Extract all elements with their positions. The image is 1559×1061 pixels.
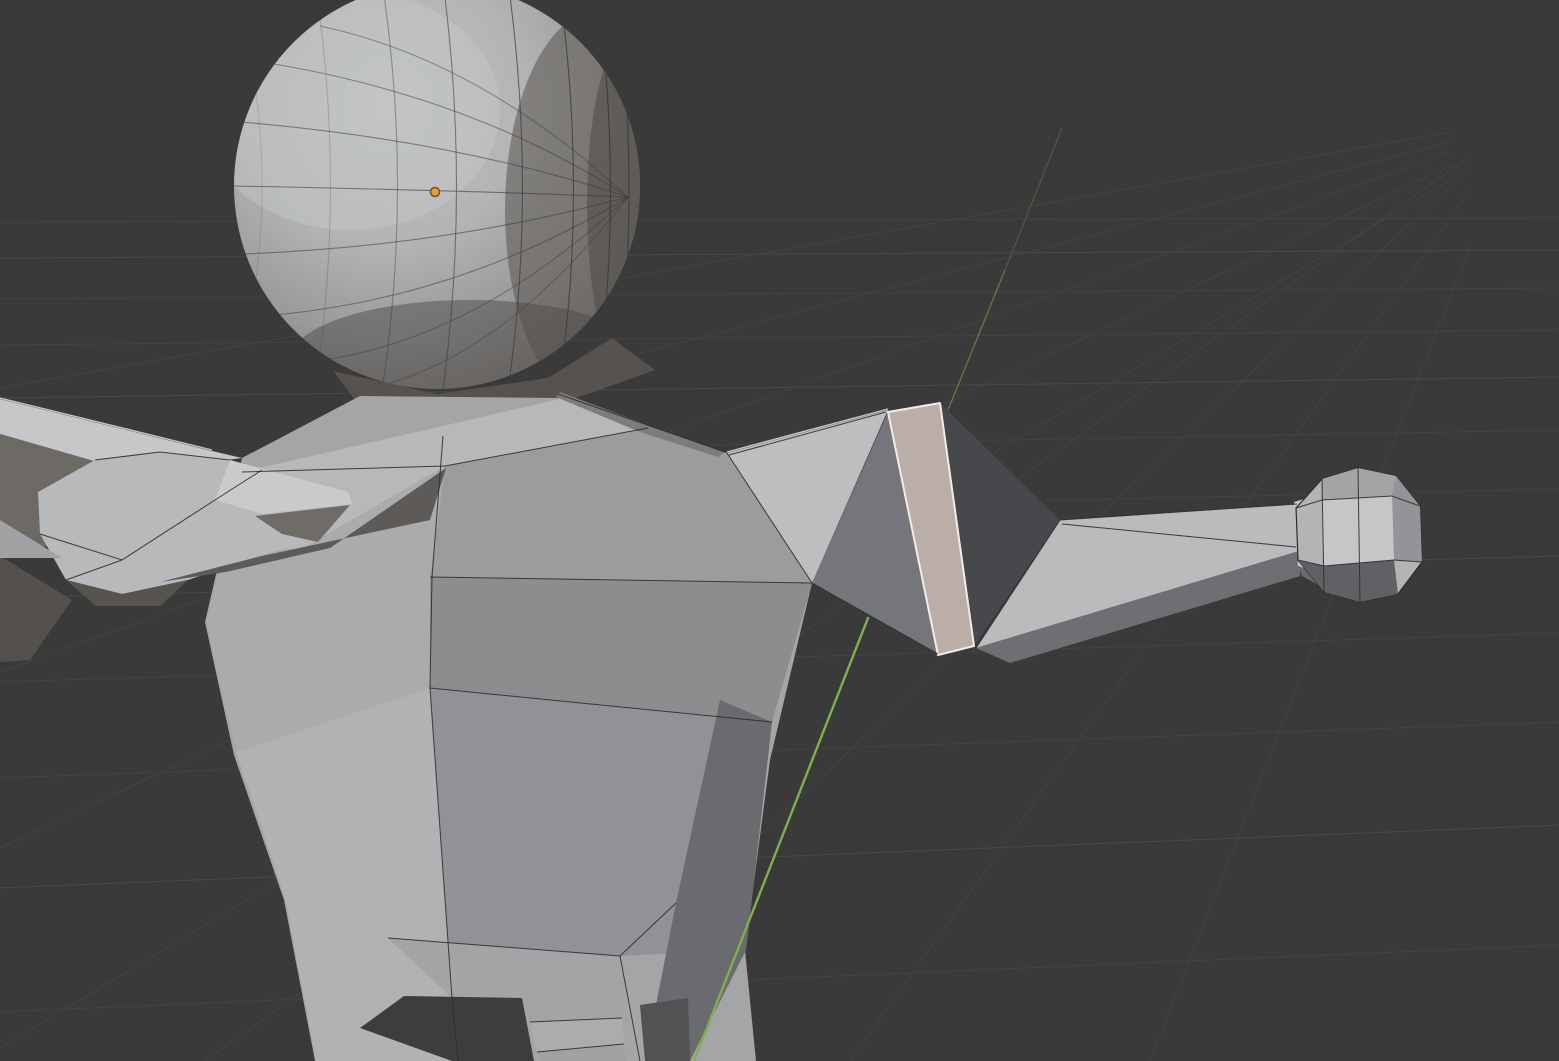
viewport-3d[interactable]	[0, 0, 1559, 1061]
mesh-face-hand-ball-center-facet[interactable]	[1322, 496, 1394, 566]
viewport-canvas[interactable]	[0, 0, 1559, 1061]
object-origin-dot	[431, 188, 440, 197]
origin-point-icon[interactable]	[431, 188, 440, 197]
mesh-face-body-side-dark[interactable]	[640, 998, 690, 1061]
